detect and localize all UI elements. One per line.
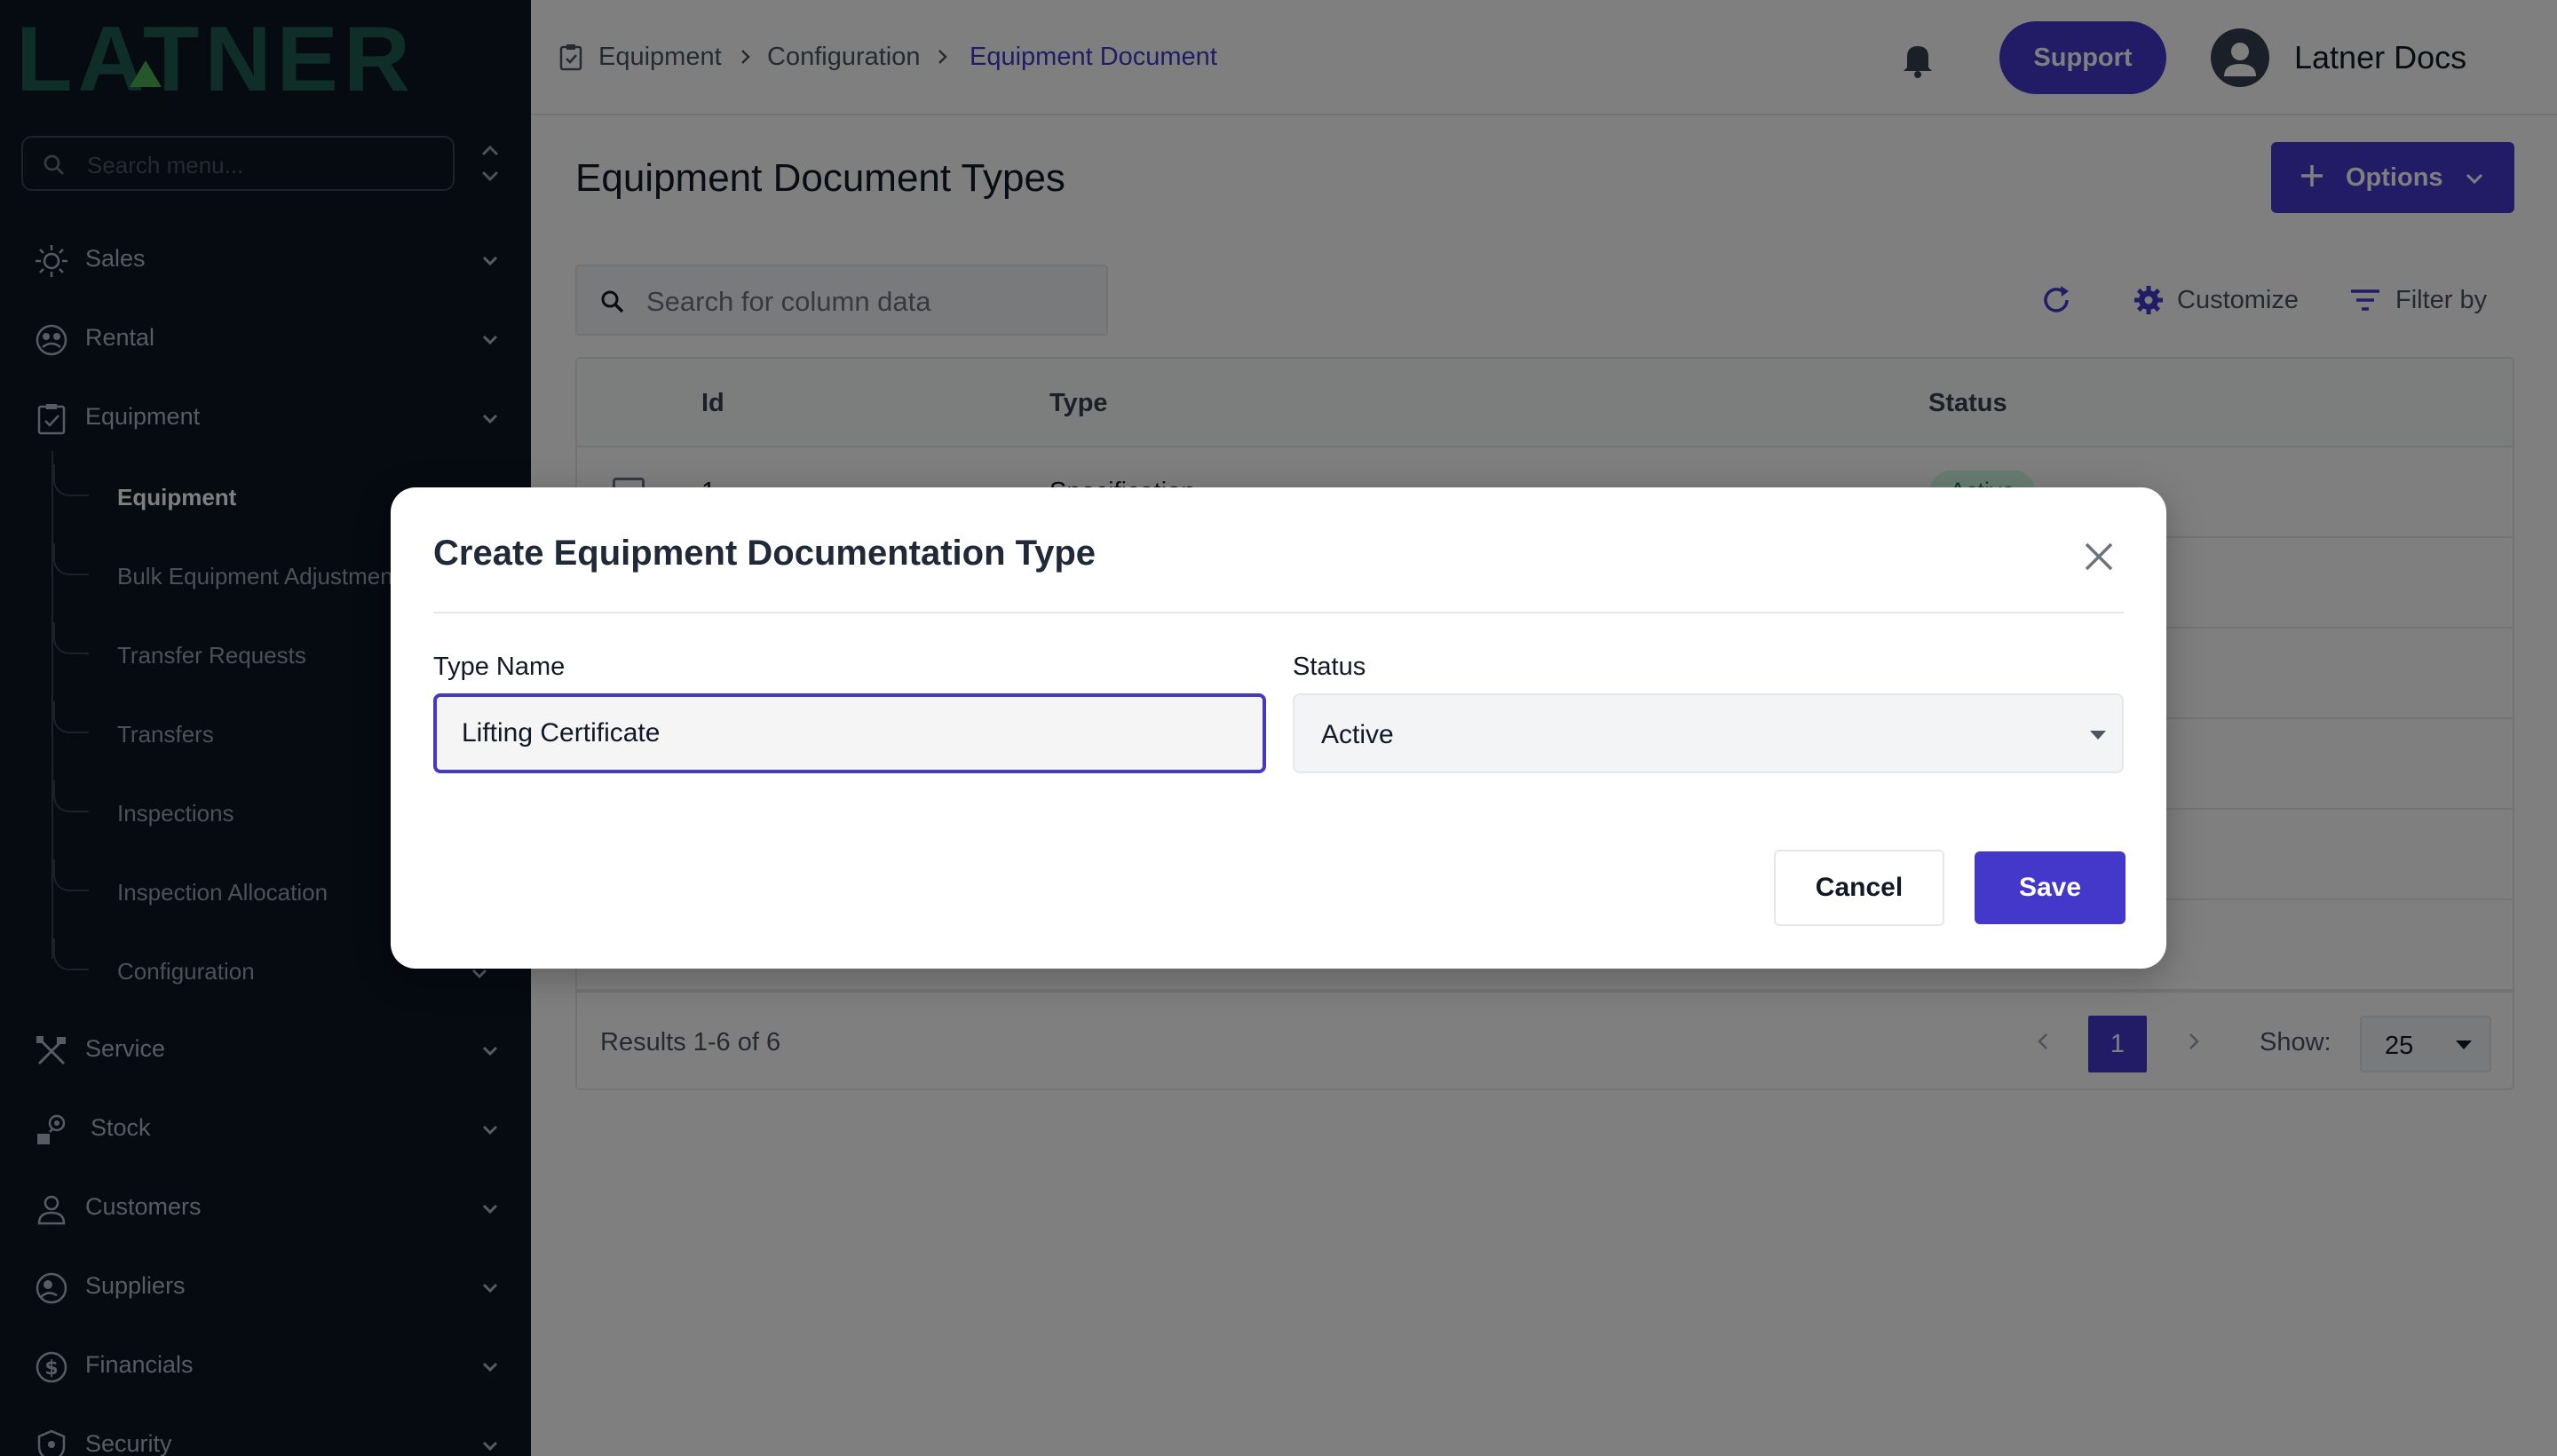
create-type-dialog: Create Equipment Documentation Type Type… — [391, 487, 2166, 969]
close-icon[interactable] — [2081, 539, 2117, 574]
dialog-title: Create Equipment Documentation Type — [433, 534, 1096, 573]
status-select[interactable]: Active — [1293, 693, 2124, 773]
status-label: Status — [1293, 653, 1366, 681]
cancel-button[interactable]: Cancel — [1774, 850, 1944, 926]
status-value: Active — [1321, 720, 1394, 749]
type-name-input[interactable] — [433, 693, 1266, 773]
caret-down-icon — [2090, 731, 2106, 740]
save-button[interactable]: Save — [1975, 851, 2126, 924]
divider — [433, 612, 2124, 613]
type-name-label: Type Name — [433, 653, 566, 681]
